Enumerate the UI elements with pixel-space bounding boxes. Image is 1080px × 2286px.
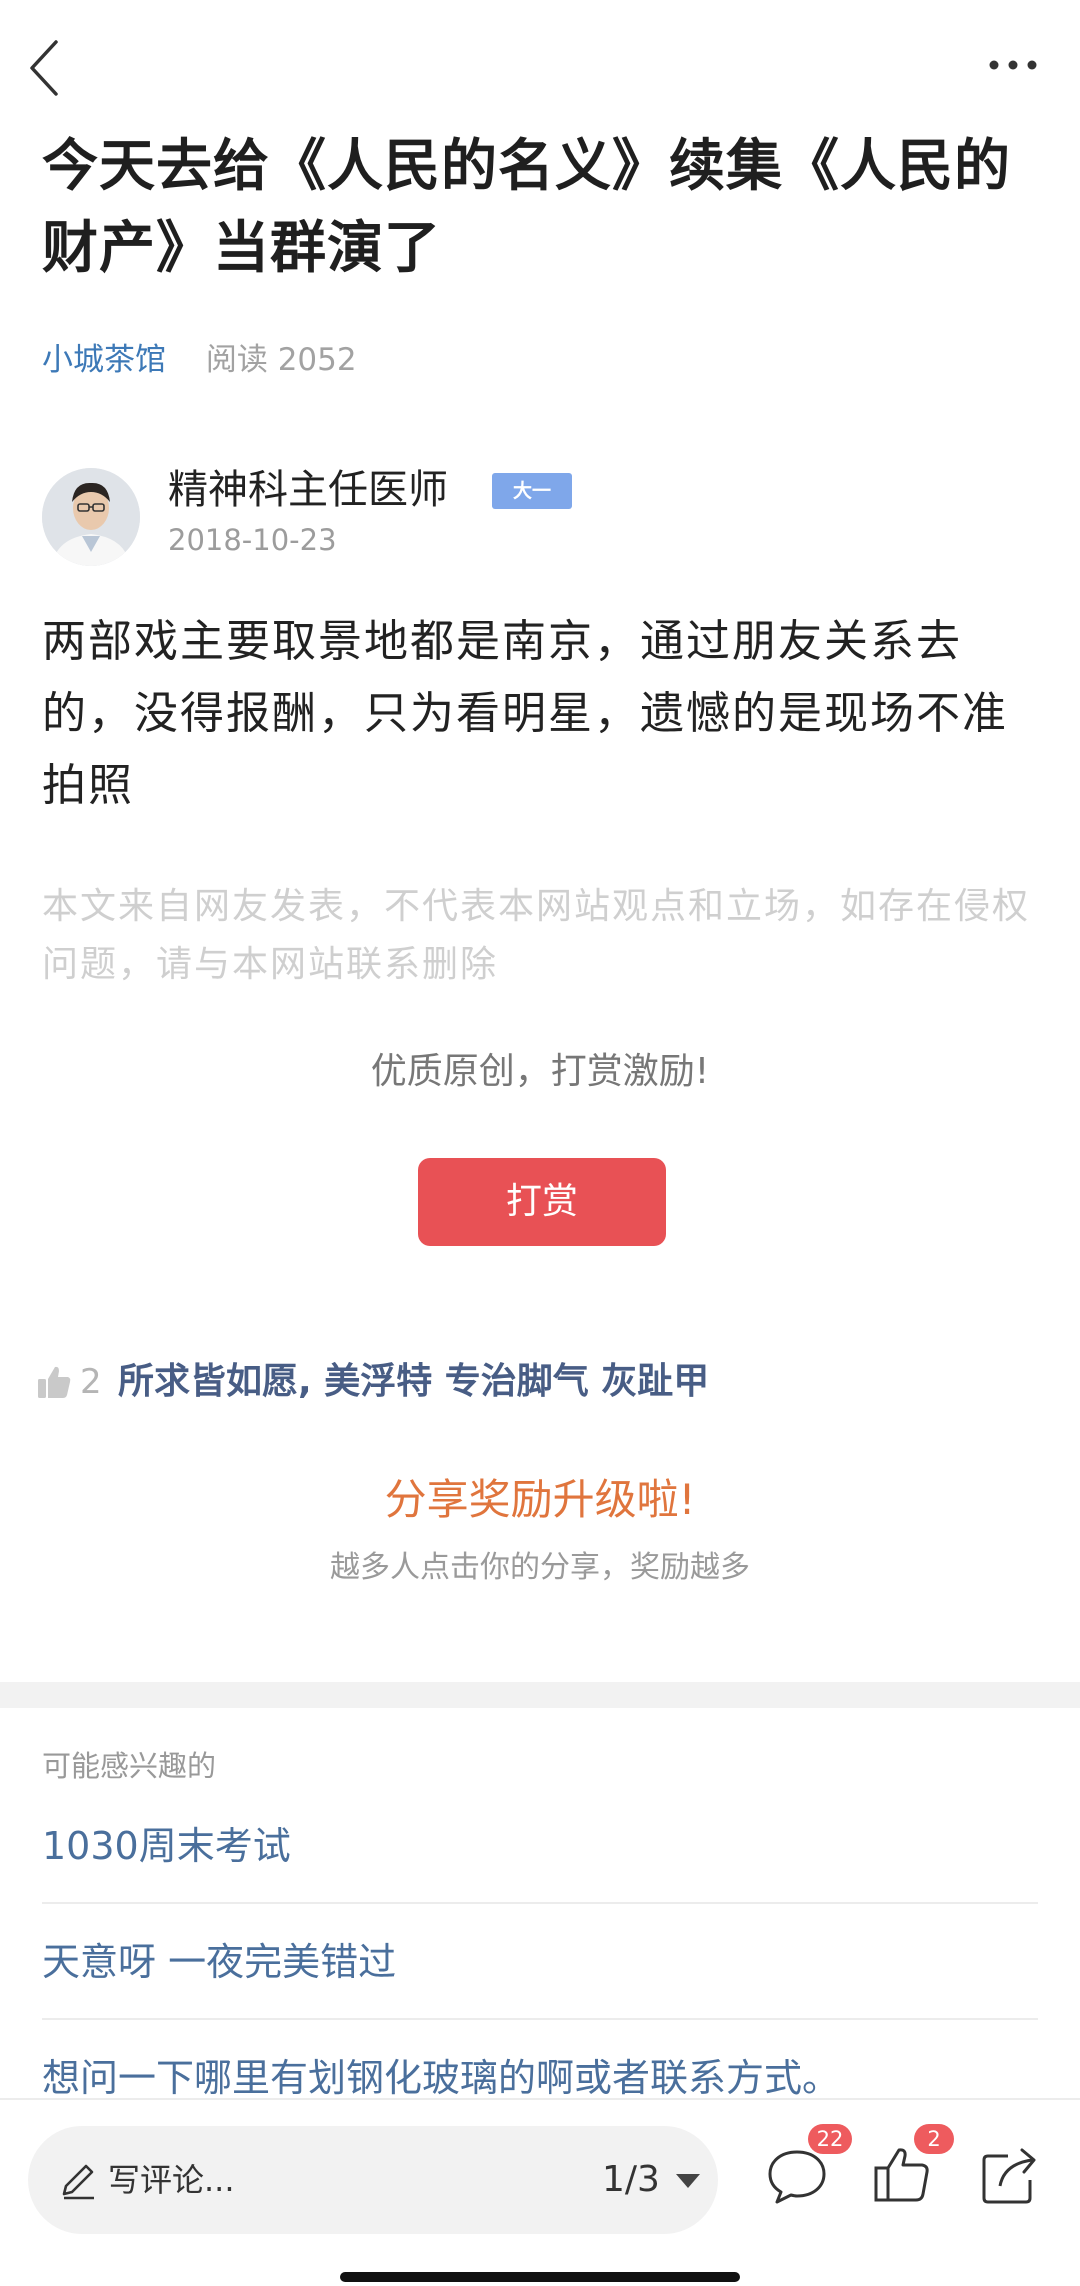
article-meta: 小城茶馆 阅读 2052 (42, 338, 357, 382)
pencil-icon (62, 2164, 94, 2200)
disclaimer-text: 本文来自网友发表，不代表本网站观点和立场，如存在侵权问题，请与本网站联系删除 (42, 886, 1031, 985)
author-info[interactable]: 精神科主任医师 大一 2018-10-23 (42, 467, 942, 568)
reward-button[interactable]: 打赏 (418, 1158, 666, 1246)
home-indicator[interactable] (340, 2272, 740, 2282)
share-icon (982, 2148, 1036, 2204)
related-heading: 可能感兴趣的 (42, 1749, 217, 1783)
related-item[interactable]: 1030周末考试 (42, 1788, 1038, 1904)
share-reward-title[interactable]: 分享奖励升级啦! (0, 1470, 1080, 1530)
author-level-badge: 大一 (492, 473, 572, 509)
bottom-action-bar: 写评论... 1/3 22 2 (0, 2098, 1080, 2286)
author-name[interactable]: 精神科主任医师 (168, 462, 448, 518)
channel-link[interactable]: 小城茶馆 (42, 342, 166, 378)
comment-placeholder: 写评论... (108, 2161, 235, 2199)
likes-row: 2 所求皆如愿, 美浮特 专治脚气 灰趾甲 (36, 1356, 1036, 1412)
ellipsis-icon (989, 60, 1037, 70)
thumbs-up-icon[interactable] (36, 1364, 72, 1400)
like-count: 2 (80, 1362, 102, 1402)
section-divider (0, 1682, 1080, 1708)
read-count: 阅读 2052 (205, 342, 357, 378)
related-item[interactable]: 天意呀 一夜完美错过 (42, 1904, 1038, 2020)
like-button[interactable]: 2 (868, 2124, 954, 2210)
top-navigation-bar (0, 0, 1080, 130)
related-item[interactable]: 想问一下哪里有划钢化玻璃的啊或者联系方式。 (42, 2020, 1038, 2100)
author-photo (42, 468, 140, 566)
more-options-button[interactable] (984, 50, 1044, 80)
chevron-left-icon (30, 40, 58, 96)
comment-input[interactable]: 写评论... 1/3 (28, 2126, 718, 2234)
caret-down-icon[interactable] (676, 2174, 700, 2188)
comments-button[interactable]: 22 (762, 2124, 852, 2210)
avatar[interactable] (42, 468, 140, 566)
likers-list[interactable]: 所求皆如愿, 美浮特 专治脚气 灰趾甲 (118, 1360, 709, 1404)
like-count-badge: 2 (914, 2124, 954, 2154)
share-button[interactable] (974, 2140, 1044, 2210)
back-button[interactable] (22, 36, 72, 96)
page-indicator[interactable]: 1/3 (602, 2156, 660, 2204)
publish-date: 2018-10-23 (168, 523, 337, 557)
comment-count-badge: 22 (808, 2124, 852, 2154)
article-body: 两部戏主要取景地都是南京，通过朋友关系去的，没得报酬，只为看明星，遗憾的是现场不… (42, 616, 1008, 811)
article-title: 今天去给《人民的名义》续集《人民的财产》当群演了 (42, 134, 1011, 281)
reward-prompt: 优质原创，打赏激励! (370, 1051, 710, 1092)
share-reward-subtitle: 越多人点击你的分享，奖励越多 (330, 1550, 750, 1585)
